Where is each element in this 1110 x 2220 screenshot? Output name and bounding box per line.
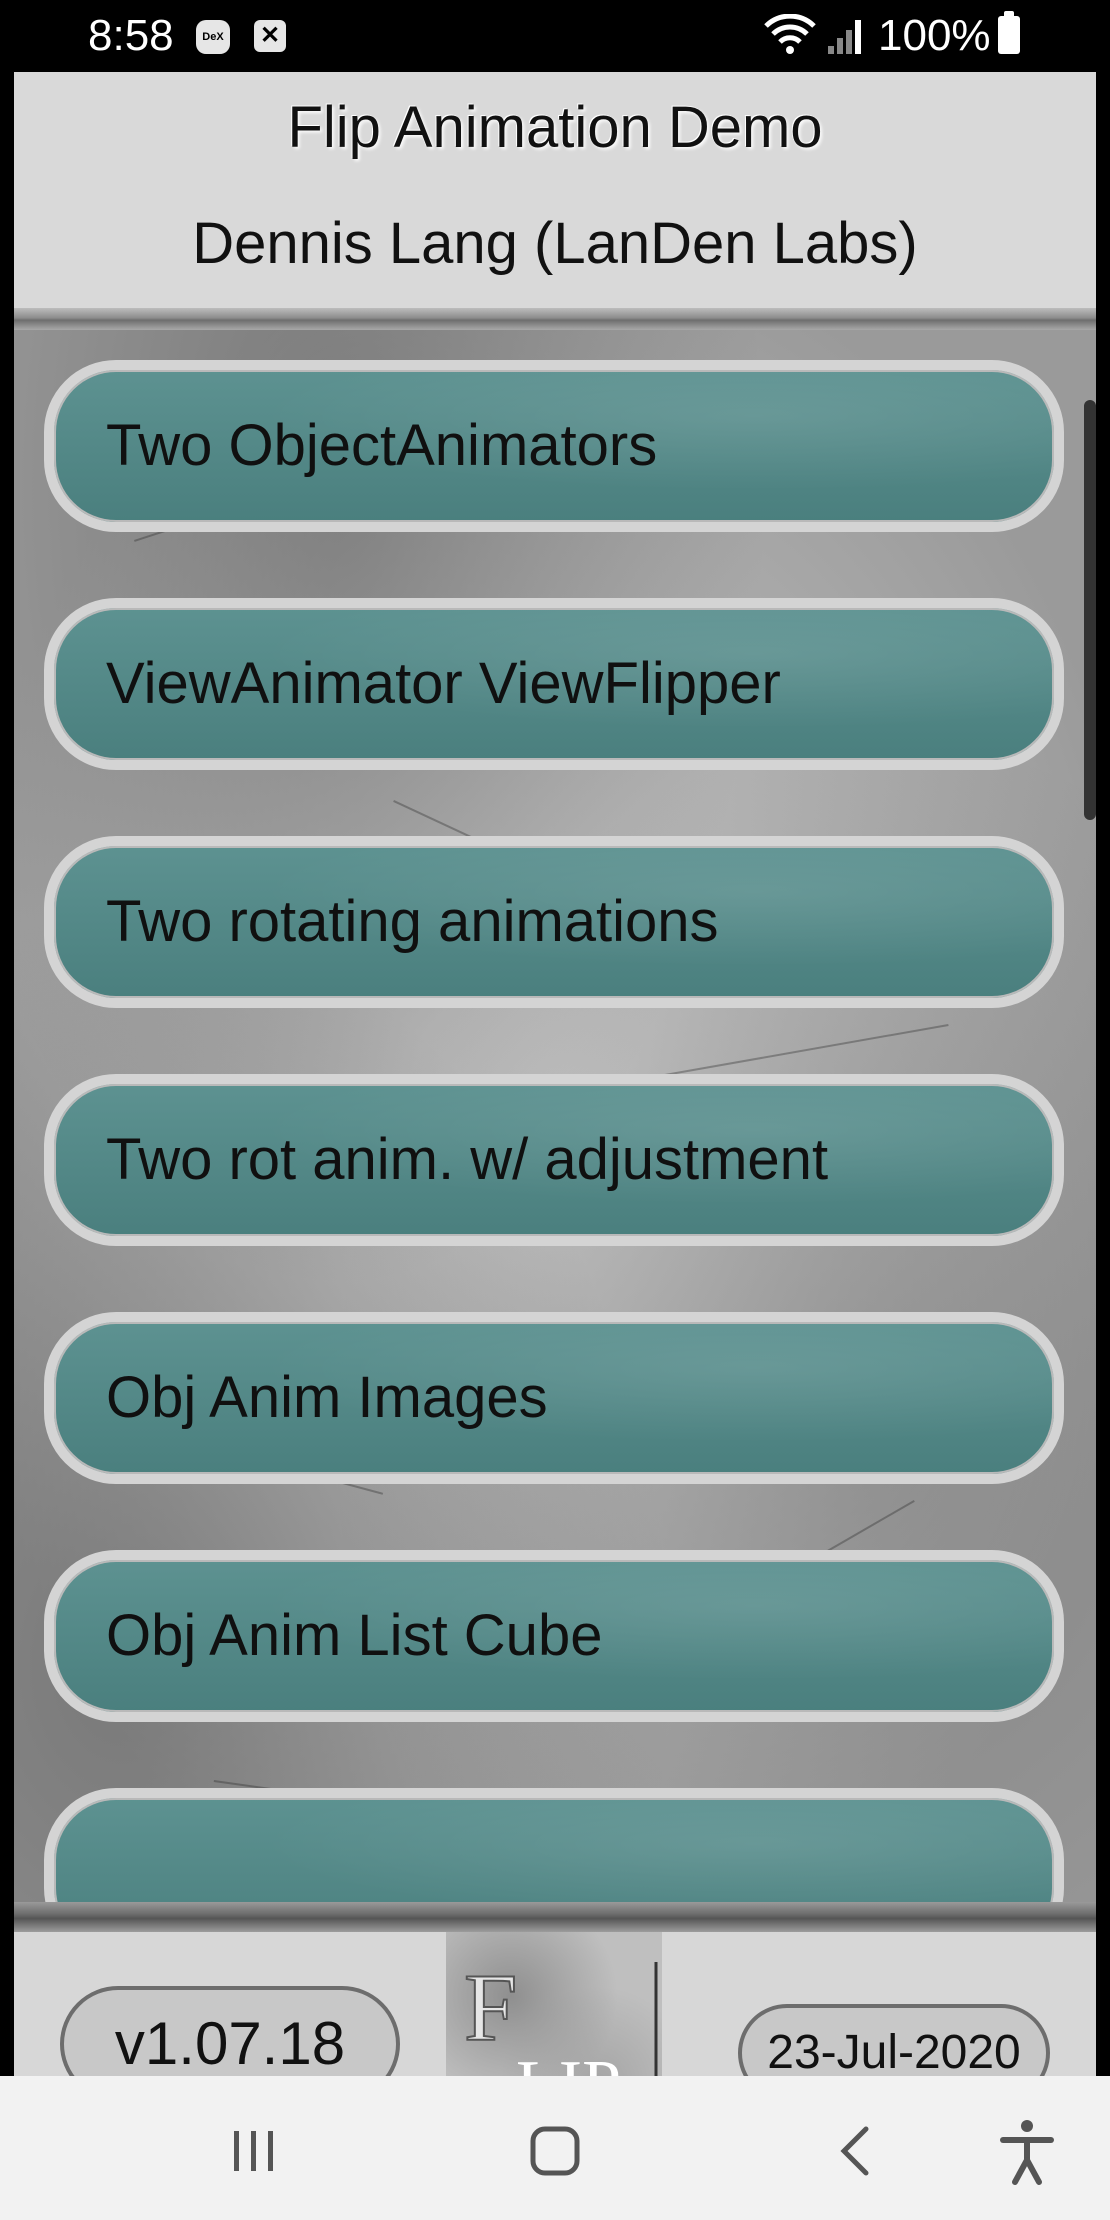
home-icon[interactable] (515, 2116, 595, 2186)
menu-item-label: Obj Anim Images (106, 1365, 548, 1430)
wifi-icon (764, 14, 816, 54)
close-notification-icon: ✕ (254, 20, 286, 52)
app-header: Flip Animation Demo Dennis Lang (LanDen … (14, 72, 1096, 308)
page-subtitle: Dennis Lang (LanDen Labs) (192, 211, 918, 276)
signal-icon (828, 20, 861, 54)
menu-item-obj-anim-images[interactable]: Obj Anim Images (44, 1312, 1064, 1484)
footer-divider (14, 1902, 1096, 1932)
status-bar: 8:58 DeX ✕ 100% (0, 0, 1110, 72)
system-nav-bar (0, 2076, 1110, 2220)
menu-item-two-rot-anim-adjustment[interactable]: Two rot anim. w/ adjustment (44, 1074, 1064, 1246)
demo-list[interactable]: Two ObjectAnimators ViewAnimator ViewFli… (14, 330, 1096, 1902)
menu-item-label: Two ObjectAnimators (106, 413, 658, 478)
menu-item-two-rotating-animations[interactable]: Two rotating animations (44, 836, 1064, 1008)
menu-item-viewanimator-viewflipper[interactable]: ViewAnimator ViewFlipper (44, 598, 1064, 770)
menu-item-label: ViewAnimator ViewFlipper (106, 651, 781, 716)
scrollbar-thumb[interactable] (1084, 400, 1096, 820)
header-divider (14, 308, 1096, 330)
status-time: 8:58 (88, 11, 174, 60)
dex-icon: DeX (196, 20, 230, 54)
menu-item-obj-anim-list-cube[interactable]: Obj Anim List Cube (44, 1550, 1064, 1722)
app-footer: v1.07.18 F LIP 23-Jul-2020 (14, 1932, 1096, 2146)
page-title: Flip Animation Demo (287, 95, 823, 160)
back-icon[interactable] (816, 2116, 896, 2186)
menu-item-label: Two rotating animations (106, 889, 719, 954)
menu-item-two-objectanimators[interactable]: Two ObjectAnimators (44, 360, 1064, 532)
svg-text:F: F (464, 1954, 517, 2061)
accessibility-icon[interactable] (987, 2116, 1067, 2186)
battery-percent: 100% (878, 11, 991, 60)
battery-icon (998, 11, 1020, 54)
menu-item-label: Obj Anim List Cube (106, 1603, 603, 1668)
menu-item-partial[interactable] (44, 1788, 1064, 1902)
menu-item-label: Two rot anim. w/ adjustment (106, 1127, 829, 1192)
app-window: Flip Animation Demo Dennis Lang (LanDen … (14, 72, 1096, 2146)
recent-apps-icon[interactable] (214, 2116, 294, 2186)
